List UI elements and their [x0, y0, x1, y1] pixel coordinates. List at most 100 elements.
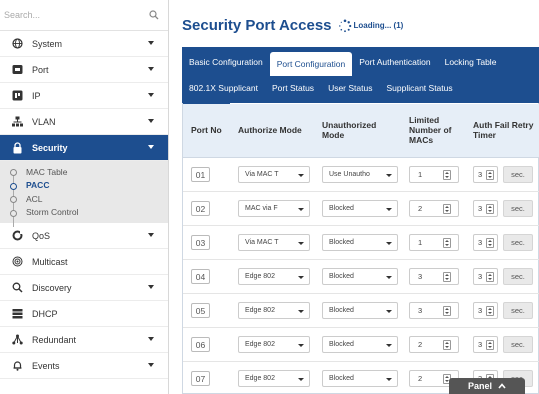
retry-timer-stepper[interactable]: 3: [473, 302, 498, 319]
authorize-mode-select[interactable]: Edge 802: [238, 302, 310, 319]
bullet-icon: [10, 169, 17, 176]
tab-row-1: Basic Configuration Port Configuration P…: [182, 49, 504, 76]
stepper-arrows-icon[interactable]: [443, 238, 451, 248]
search-icon[interactable]: [149, 10, 159, 20]
tab-port-configuration[interactable]: Port Configuration: [269, 52, 353, 76]
tab-row-2: 802.1X Supplicant Port Status User Statu…: [182, 75, 460, 101]
table-row: 03 Via MAC T Blocked 1 3 sec.: [183, 225, 539, 260]
sidebar: System Port IP VLAN Security MAC Table P…: [0, 0, 169, 394]
sidebar-item-label: Redundant: [32, 334, 77, 345]
unauthorized-mode-select[interactable]: Blocked: [322, 336, 398, 353]
stepper-arrows-icon[interactable]: [443, 340, 451, 350]
unauthorized-mode-select[interactable]: Use Unautho: [322, 166, 398, 183]
stepper-arrows-icon[interactable]: [486, 204, 494, 214]
caret-down-icon: [298, 276, 304, 279]
stepper-arrows-icon[interactable]: [486, 170, 494, 180]
stepper-arrows-icon[interactable]: [443, 272, 451, 282]
column-header-unauthorized-mode: Unauthorized Mode: [314, 103, 401, 158]
sidebar-item-label: DHCP: [32, 308, 58, 319]
chevron-down-icon: [148, 337, 154, 341]
sidebar-item-label: QoS: [32, 230, 51, 241]
page-title: Security Port Access: [182, 17, 332, 34]
submenu-item-acl[interactable]: ACL: [0, 192, 168, 206]
limited-macs-stepper[interactable]: 1: [409, 166, 459, 183]
stepper-arrows-icon[interactable]: [486, 272, 494, 282]
sidebar-item-dhcp[interactable]: DHCP: [0, 301, 168, 327]
retry-timer-stepper[interactable]: 3: [473, 336, 498, 353]
column-header-limited-macs: Limited Number of MACs: [401, 103, 465, 158]
tab-supplicant-status[interactable]: Supplicant Status: [379, 77, 459, 99]
unauthorized-mode-select[interactable]: Blocked: [322, 370, 398, 387]
submenu-item-mac-table[interactable]: MAC Table: [0, 165, 168, 179]
qos-icon: [10, 229, 24, 243]
sidebar-item-qos[interactable]: QoS: [0, 223, 168, 249]
caret-down-icon: [386, 310, 392, 313]
sidebar-item-multicast[interactable]: Multicast: [0, 249, 168, 275]
stepper-arrows-icon[interactable]: [486, 238, 494, 248]
limited-macs-stepper[interactable]: 3: [409, 302, 459, 319]
bullet-icon: [10, 209, 17, 217]
panel-label: Panel: [467, 381, 492, 391]
table-row: 02 MAC via F Blocked 2 3 sec.: [183, 191, 539, 226]
authorize-mode-select[interactable]: Edge 802: [238, 268, 310, 285]
submenu-item-storm-control[interactable]: Storm Control: [0, 206, 168, 220]
stepper-arrows-icon[interactable]: [443, 204, 451, 214]
sidebar-item-system[interactable]: System: [0, 31, 168, 57]
seconds-unit-label: sec.: [503, 302, 533, 319]
retry-timer-stepper[interactable]: 3: [473, 268, 498, 285]
sidebar-item-port[interactable]: Port: [0, 57, 168, 83]
tab-user-status[interactable]: User Status: [321, 77, 379, 99]
stepper-arrows-icon[interactable]: [443, 306, 451, 316]
seconds-unit-label: sec.: [503, 336, 533, 353]
unauthorized-mode-select[interactable]: Blocked: [322, 302, 398, 319]
sidebar-item-label: System: [32, 38, 63, 49]
authorize-mode-select[interactable]: Edge 802: [238, 336, 310, 353]
unauthorized-mode-select[interactable]: Blocked: [322, 268, 398, 285]
caret-down-icon: [386, 276, 392, 279]
caret-down-icon: [298, 174, 304, 177]
stepper-arrows-icon[interactable]: [486, 306, 494, 316]
unauthorized-mode-select[interactable]: Blocked: [322, 200, 398, 217]
tab-port-status[interactable]: Port Status: [265, 77, 321, 99]
sidebar-item-discovery[interactable]: Discovery: [0, 275, 168, 301]
limited-macs-stepper[interactable]: 3: [409, 268, 459, 285]
chevron-up-icon: [498, 383, 506, 389]
multicast-icon: [10, 255, 24, 269]
sidebar-item-events[interactable]: Events: [0, 353, 168, 379]
limited-macs-stepper[interactable]: 2: [409, 200, 459, 217]
retry-timer-stepper[interactable]: 3: [473, 200, 498, 217]
limited-macs-stepper[interactable]: 1: [409, 234, 459, 251]
authorize-mode-select[interactable]: MAC via F: [238, 200, 310, 217]
caret-down-icon: [386, 174, 392, 177]
stepper-arrows-icon[interactable]: [486, 340, 494, 350]
submenu-item-pacc[interactable]: PACC: [0, 179, 168, 193]
search-input[interactable]: [4, 10, 134, 20]
stepper-arrows-icon[interactable]: [443, 170, 451, 180]
authorize-mode-select[interactable]: Via MAC T: [238, 234, 310, 251]
tab-8021x-supplicant[interactable]: 802.1X Supplicant: [182, 77, 265, 99]
panel-toggle-button[interactable]: Panel: [449, 378, 525, 394]
page-header: Security Port Access Loading... (1): [182, 17, 403, 34]
tab-locking-table[interactable]: Locking Table: [438, 51, 504, 73]
port-number: 03: [191, 235, 210, 250]
caret-down-icon: [298, 242, 304, 245]
sidebar-item-vlan[interactable]: VLAN: [0, 109, 168, 135]
sidebar-item-label: Discovery: [32, 282, 72, 293]
chevron-down-icon: [148, 67, 154, 71]
retry-timer-stepper[interactable]: 3: [473, 166, 498, 183]
sidebar-item-redundant[interactable]: Redundant: [0, 327, 168, 353]
retry-timer-stepper[interactable]: 3: [473, 234, 498, 251]
unauthorized-mode-select[interactable]: Blocked: [322, 234, 398, 251]
sidebar-item-security[interactable]: Security: [0, 135, 168, 161]
sidebar-item-label: VLAN: [32, 116, 56, 127]
table-header-row: Port No Authorize Mode Unauthorized Mode…: [183, 103, 539, 158]
chevron-down-icon: [148, 233, 154, 237]
authorize-mode-select[interactable]: Via MAC T: [238, 166, 310, 183]
table-row: 04 Edge 802 Blocked 3 3 sec.: [183, 259, 539, 294]
sidebar-item-ip[interactable]: IP: [0, 83, 168, 109]
loading-spinner-icon: [338, 19, 351, 32]
limited-macs-stepper[interactable]: 2: [409, 336, 459, 353]
tab-port-authentication[interactable]: Port Authentication: [352, 51, 437, 73]
tab-basic-configuration[interactable]: Basic Configuration: [182, 51, 270, 73]
authorize-mode-select[interactable]: Edge 802: [238, 370, 310, 387]
